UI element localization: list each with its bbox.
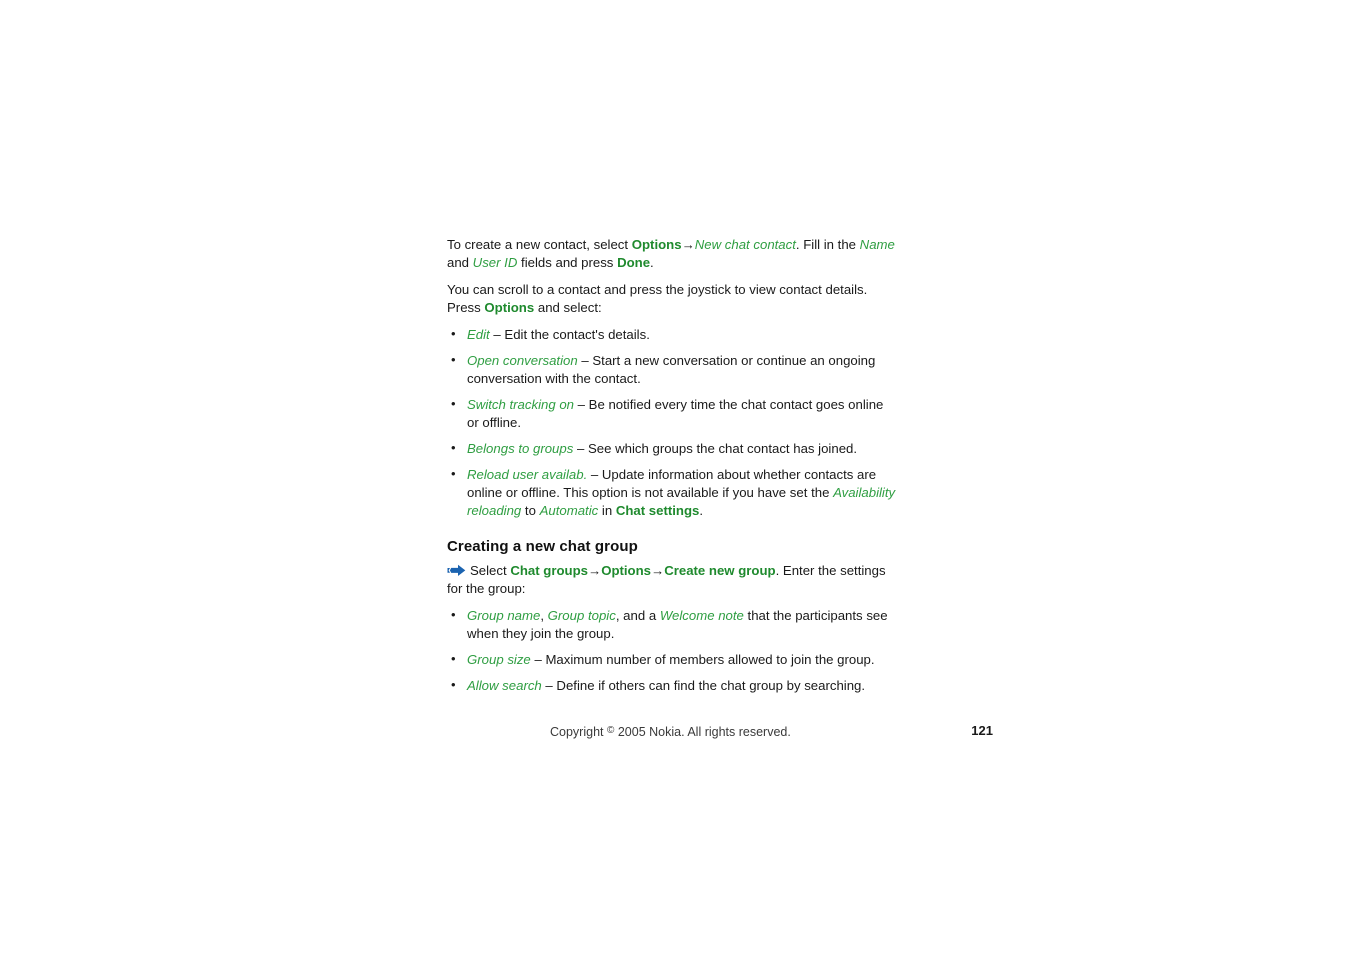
text-run: Copyright <box>550 725 607 739</box>
section-heading-creating-new-chat-group: Creating a new chat group <box>447 538 638 555</box>
ui-term-done: Done <box>617 255 651 270</box>
list-item-term: Reload user availab. <box>467 467 588 482</box>
list-item-term: Edit <box>467 327 490 342</box>
list-item-desc: – See which groups the chat contact has … <box>573 441 858 456</box>
text-run: , <box>540 608 548 623</box>
ui-term-name: Name <box>859 237 895 252</box>
list-item-desc: – Maximum number of members allowed to j… <box>530 652 875 667</box>
text-run: in <box>598 503 616 518</box>
list-item: Belongs to groups – See which groups the… <box>447 439 897 458</box>
list-item-desc: – Edit the contact's details. <box>489 327 650 342</box>
group-settings-bullet-list: Group name, Group topic, and a Welcome n… <box>447 606 897 695</box>
list-item-group-name-topic-welcome: Group name, Group topic, and a Welcome n… <box>447 606 897 643</box>
page-content: To create a new contact, select Options→… <box>447 236 897 703</box>
text-run: to <box>521 503 540 518</box>
arrow-separator-icon: → <box>588 563 602 578</box>
ui-term-chat-groups: Chat groups <box>510 563 588 578</box>
blue-right-arrow-icon <box>447 564 466 577</box>
text-run: , and a <box>615 608 660 623</box>
list-item-term: Group size <box>467 652 531 667</box>
list-item: Open conversation – Start a new conversa… <box>447 351 897 388</box>
ui-term-create-new-group: Create new group <box>664 563 776 578</box>
text-run: and select: <box>534 300 602 315</box>
ui-term-user-id: User ID <box>472 255 518 270</box>
list-item-term: Open conversation <box>467 353 578 368</box>
ui-term-chat-settings: Chat settings <box>615 503 700 518</box>
list-item: Switch tracking on – Be notified every t… <box>447 395 897 432</box>
text-run: fields and press <box>517 255 618 270</box>
options-bullet-list: Edit – Edit the contact's details. Open … <box>447 325 897 520</box>
list-item-term: Switch tracking on <box>467 397 575 412</box>
list-item: Edit – Edit the contact's details. <box>447 325 897 344</box>
paragraph-select-create-new-group: Select Chat groups→Options→Create new gr… <box>447 562 897 598</box>
ui-term-new-chat-contact: New chat contact <box>694 237 796 252</box>
paragraph-create-contact: To create a new contact, select Options→… <box>447 236 897 272</box>
text-run: Select <box>470 563 511 578</box>
text-run: . Fill in the <box>795 237 860 252</box>
ui-term-options: Options <box>631 237 682 252</box>
ui-term-options: Options <box>484 300 535 315</box>
text-run: . <box>650 255 654 270</box>
arrow-separator-icon: → <box>681 237 695 252</box>
ui-term-welcome-note: Welcome note <box>659 608 744 623</box>
ui-term-automatic: Automatic <box>539 503 599 518</box>
ui-term-group-name: Group name <box>467 608 541 623</box>
list-item-term: Allow search <box>467 678 542 693</box>
copyright-notice: Copyright © 2005 Nokia. All rights reser… <box>550 722 791 741</box>
list-item-reload-user-availability: Reload user availab. – Update informatio… <box>447 465 897 520</box>
text-run: . <box>699 503 704 518</box>
page-number: 121 <box>971 723 993 738</box>
text-run: and <box>447 255 473 270</box>
list-item-desc: – Define if others can find the chat gro… <box>541 678 866 693</box>
text-run: 2005 Nokia. All rights reserved. <box>614 725 791 739</box>
list-item: Group size – Maximum number of members a… <box>447 650 897 669</box>
ui-term-options: Options <box>601 563 652 578</box>
document-page: To create a new contact, select Options→… <box>0 0 1351 954</box>
ui-term-group-topic: Group topic <box>547 608 616 623</box>
paragraph-scroll-contact: You can scroll to a contact and press th… <box>447 281 897 317</box>
text-run: To create a new contact, select <box>447 237 632 252</box>
arrow-separator-icon: → <box>651 563 665 578</box>
list-item: Allow search – Define if others can find… <box>447 676 897 695</box>
list-item-term: Belongs to groups <box>467 441 574 456</box>
